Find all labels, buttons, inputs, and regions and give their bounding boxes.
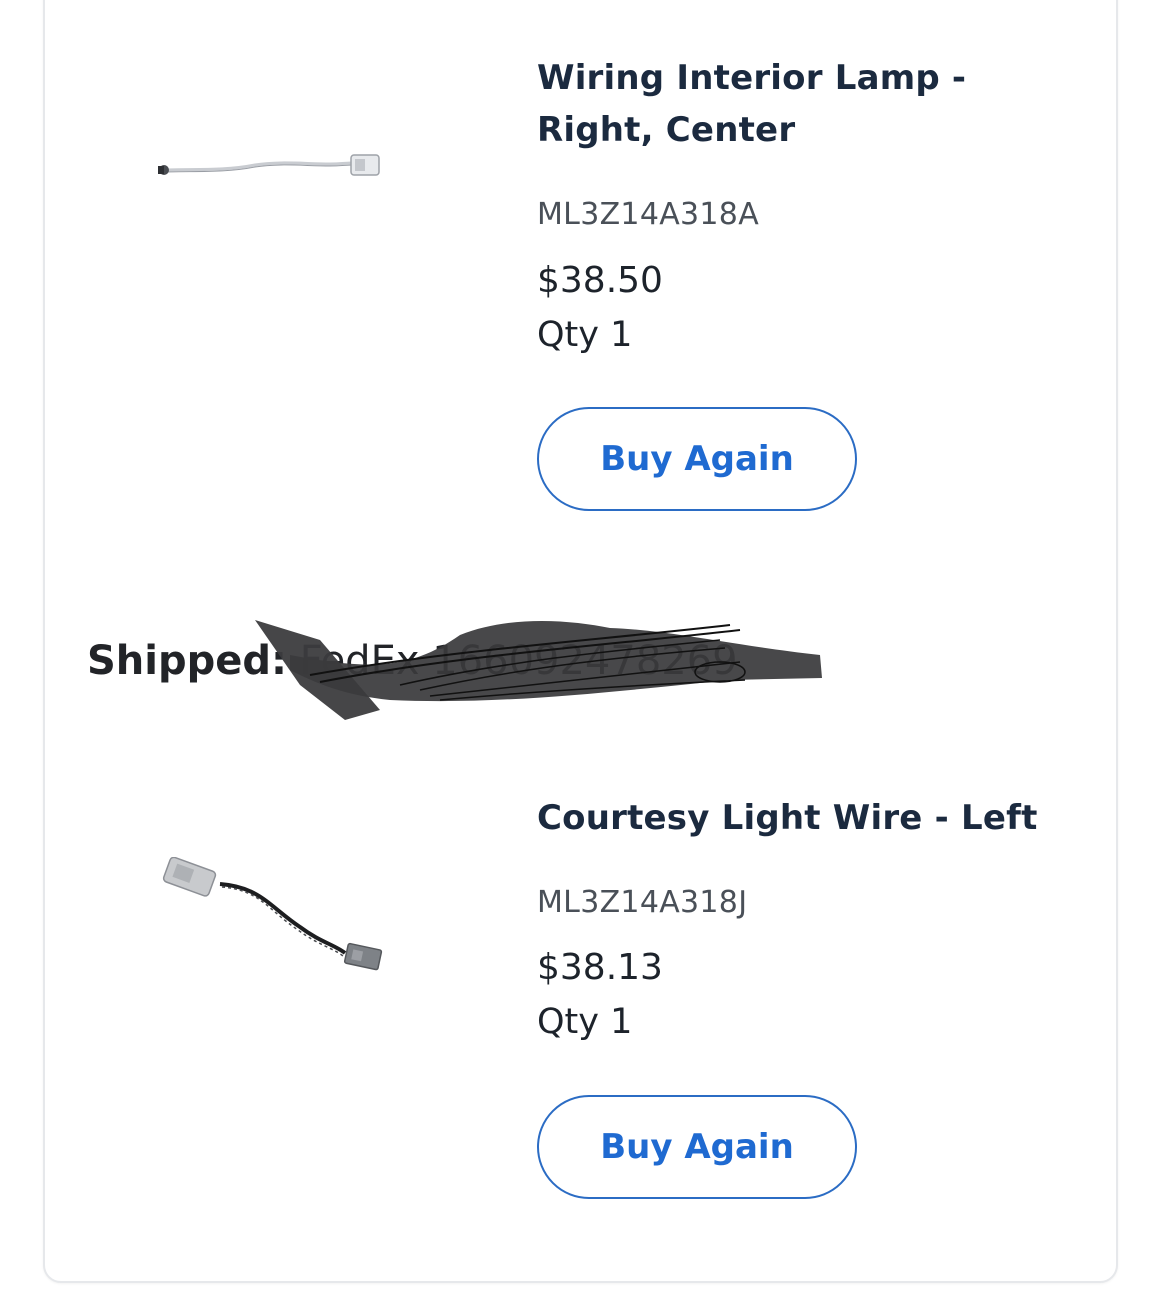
item-title[interactable]: Wiring Interior Lamp - Right, Center <box>537 52 1057 156</box>
item-title-line2[interactable]: Right, Center <box>537 110 795 150</box>
item-qty: Qty 1 <box>537 1002 633 1042</box>
item-price: $38.13 <box>537 947 663 988</box>
item-title[interactable]: Courtesy Light Wire - Left <box>537 792 1057 844</box>
part-number: ML3Z14A318J <box>537 885 748 920</box>
buy-again-button[interactable]: Buy Again <box>537 1095 857 1199</box>
redaction-scribble <box>255 620 822 720</box>
courtesy-light-wire-image <box>162 857 383 971</box>
wiring-harness-thin-image <box>158 154 380 176</box>
buy-again-button[interactable]: Buy Again <box>537 407 857 511</box>
item-title-line1[interactable]: Wiring Interior Lamp - <box>537 58 966 98</box>
item-price: $38.50 <box>537 260 663 301</box>
part-number: ML3Z14A318A <box>537 197 760 232</box>
item-qty: Qty 1 <box>537 315 633 355</box>
